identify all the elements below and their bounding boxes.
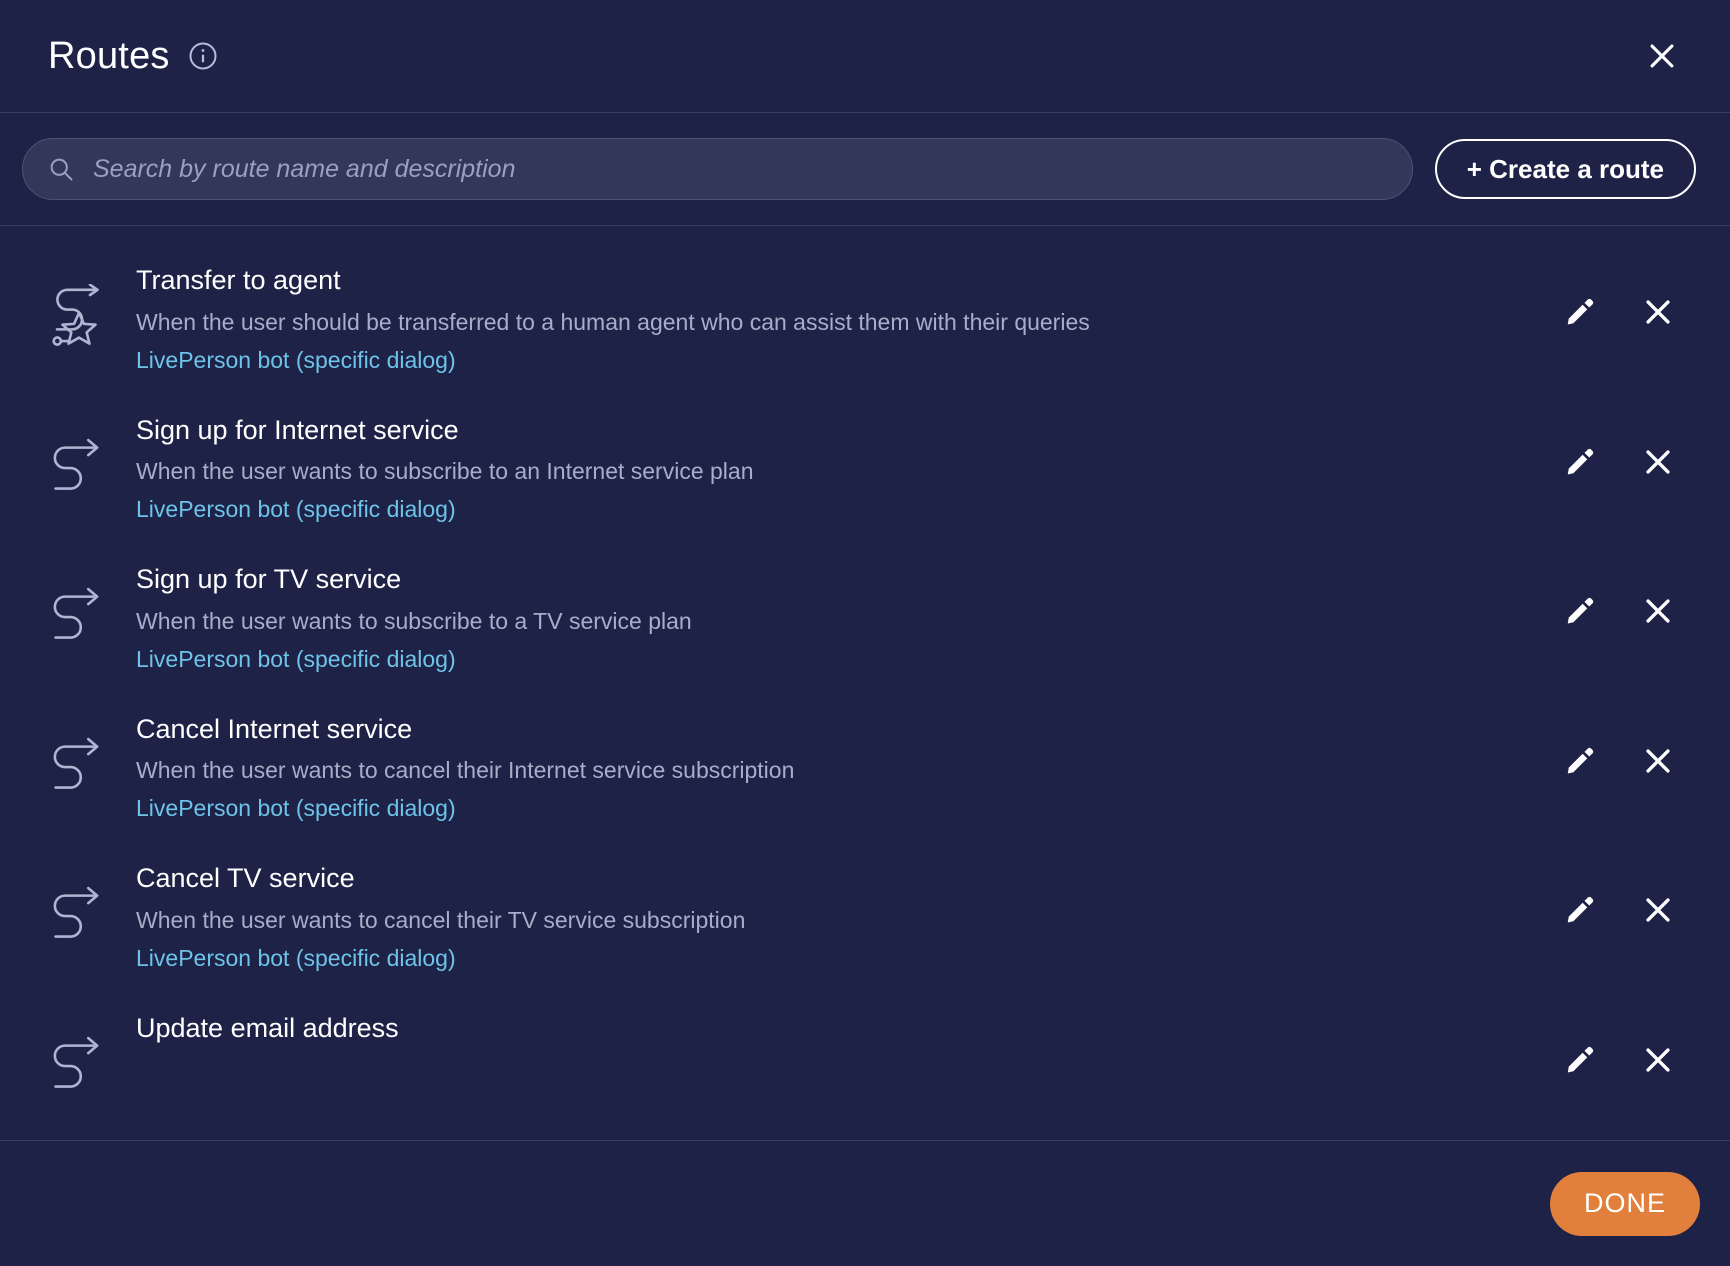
table-row[interactable]: Cancel TV service When the user wants to … [0, 842, 1730, 992]
search-field-wrapper[interactable] [22, 138, 1413, 200]
route-description: When the user wants to subscribe to a TV… [136, 607, 692, 634]
route-details: Cancel TV service When the user wants to … [126, 860, 1560, 974]
routes-dialog: Routes + Create a [0, 0, 1730, 1266]
info-icon[interactable] [188, 41, 218, 71]
route-description: When the user wants to cancel their Inte… [136, 757, 795, 784]
edit-route-button[interactable] [1560, 591, 1600, 631]
dialog-header: Routes [0, 0, 1730, 113]
delete-route-button[interactable] [1638, 442, 1678, 482]
edit-route-button[interactable] [1560, 1040, 1600, 1080]
table-row[interactable]: Sign up for TV service When the user want… [0, 543, 1730, 693]
route-actions [1560, 860, 1696, 930]
route-target-link[interactable]: LivePerson bot (specific dialog) [136, 794, 1560, 824]
search-toolbar: + Create a route [0, 113, 1730, 226]
route-details: Transfer to agent When the user should be… [126, 262, 1560, 376]
edit-route-button[interactable] [1560, 741, 1600, 781]
route-description: When the user wants to subscribe to an I… [136, 458, 754, 485]
edit-route-button[interactable] [1560, 292, 1600, 332]
route-name: Cancel Internet service [136, 713, 413, 744]
delete-route-button[interactable] [1638, 292, 1678, 332]
route-target-link[interactable]: LivePerson bot (specific dialog) [136, 944, 1560, 974]
route-details: Sign up for TV service When the user want… [126, 561, 1560, 675]
table-row[interactable]: Sign up for Internet service When the use… [0, 394, 1730, 544]
table-row[interactable]: Cancel Internet service When the user wan… [0, 693, 1730, 843]
route-target-link[interactable]: LivePerson bot (specific dialog) [136, 495, 1560, 525]
delete-route-button[interactable] [1638, 741, 1678, 781]
delete-route-button[interactable] [1638, 1040, 1678, 1080]
routes-list: Transfer to agent When the user should be… [0, 226, 1730, 1110]
route-icon [48, 1010, 126, 1092]
route-name: Transfer to agent [136, 265, 341, 295]
route-icon [48, 561, 126, 643]
route-actions [1560, 711, 1696, 781]
route-name: Cancel TV service [136, 863, 355, 894]
route-actions [1560, 262, 1696, 332]
route-name: Update email address [136, 1012, 399, 1043]
route-target-link[interactable]: LivePerson bot (specific dialog) [136, 645, 1560, 675]
route-actions [1560, 412, 1696, 482]
table-row[interactable]: Transfer to agent When the user should be… [0, 244, 1730, 394]
dialog-footer: DONE [0, 1140, 1730, 1266]
done-button[interactable]: DONE [1549, 1171, 1700, 1236]
route-details: Sign up for Internet service When the use… [126, 412, 1560, 526]
route-target-link[interactable]: LivePerson bot (specific dialog) [136, 346, 1560, 376]
table-row[interactable]: Update email address [0, 992, 1730, 1110]
route-icon [48, 711, 126, 793]
route-actions [1560, 1010, 1696, 1080]
delete-route-button[interactable] [1638, 591, 1678, 631]
create-route-button[interactable]: + Create a route [1434, 139, 1696, 199]
route-description: When the user wants to cancel their TV s… [136, 906, 746, 933]
close-icon[interactable] [1634, 28, 1690, 84]
search-input[interactable] [91, 153, 1388, 185]
route-name: Sign up for TV service [136, 564, 402, 595]
edit-route-button[interactable] [1560, 890, 1600, 930]
search-icon [47, 155, 75, 183]
route-details: Cancel Internet service When the user wan… [126, 711, 1560, 825]
routes-list-area[interactable]: Transfer to agent When the user should be… [0, 226, 1730, 1140]
route-icon [48, 860, 126, 942]
route-description: When the user should be transferred to a… [136, 308, 1090, 335]
route-icon [48, 412, 126, 494]
route-name: Sign up for Internet service [136, 414, 459, 445]
route-star-icon [48, 262, 126, 350]
page-title: Routes [48, 34, 170, 77]
delete-route-button[interactable] [1638, 890, 1678, 930]
route-actions [1560, 561, 1696, 631]
route-details: Update email address [126, 1010, 1560, 1056]
edit-route-button[interactable] [1560, 442, 1600, 482]
